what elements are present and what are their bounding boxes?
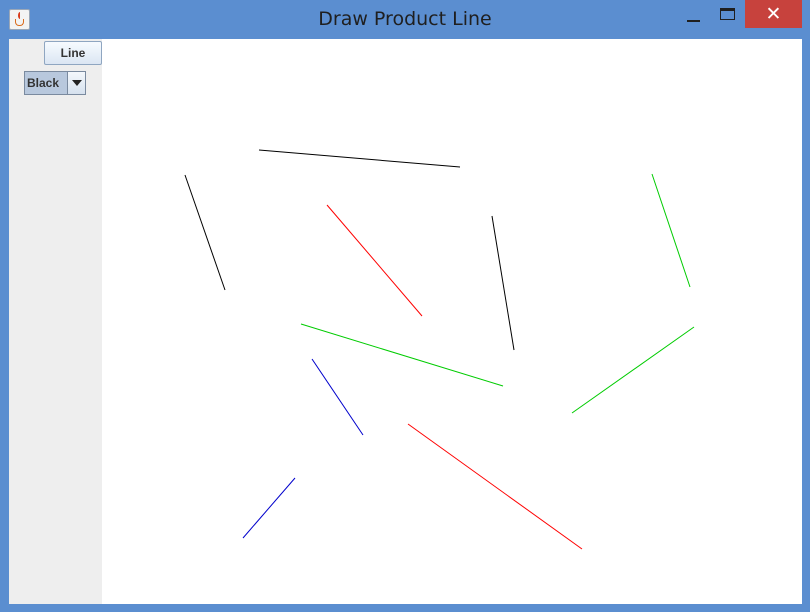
drawn-line: [242, 477, 296, 539]
drawn-line: [571, 326, 695, 414]
color-dropdown-value: Black: [25, 72, 67, 94]
chevron-down-icon: [72, 80, 82, 86]
drawing-surface[interactable]: [102, 39, 802, 604]
drawn-line: [491, 215, 515, 351]
title-bar[interactable]: Draw Product Line ✕: [0, 0, 810, 38]
maximize-button[interactable]: [712, 4, 742, 30]
dropdown-arrow-button[interactable]: [67, 72, 85, 94]
drawn-line: [311, 358, 364, 436]
drawn-line: [326, 204, 423, 317]
maximize-icon: [720, 8, 735, 20]
drawing-canvas[interactable]: [102, 39, 802, 604]
close-button[interactable]: ✕: [745, 0, 802, 28]
drawn-line: [184, 174, 226, 291]
minimize-button[interactable]: [680, 4, 708, 30]
close-icon: ✕: [765, 3, 782, 25]
minimize-icon: [687, 20, 700, 22]
color-dropdown[interactable]: Black: [24, 71, 86, 95]
app-window: Draw Product Line ✕ Line Black: [0, 0, 810, 612]
drawn-line: [651, 173, 691, 288]
drawn-line: [407, 423, 583, 550]
drawn-line: [300, 323, 504, 387]
line-button[interactable]: Line: [44, 41, 102, 65]
drawn-line: [258, 149, 461, 168]
tool-panel: [9, 39, 102, 604]
